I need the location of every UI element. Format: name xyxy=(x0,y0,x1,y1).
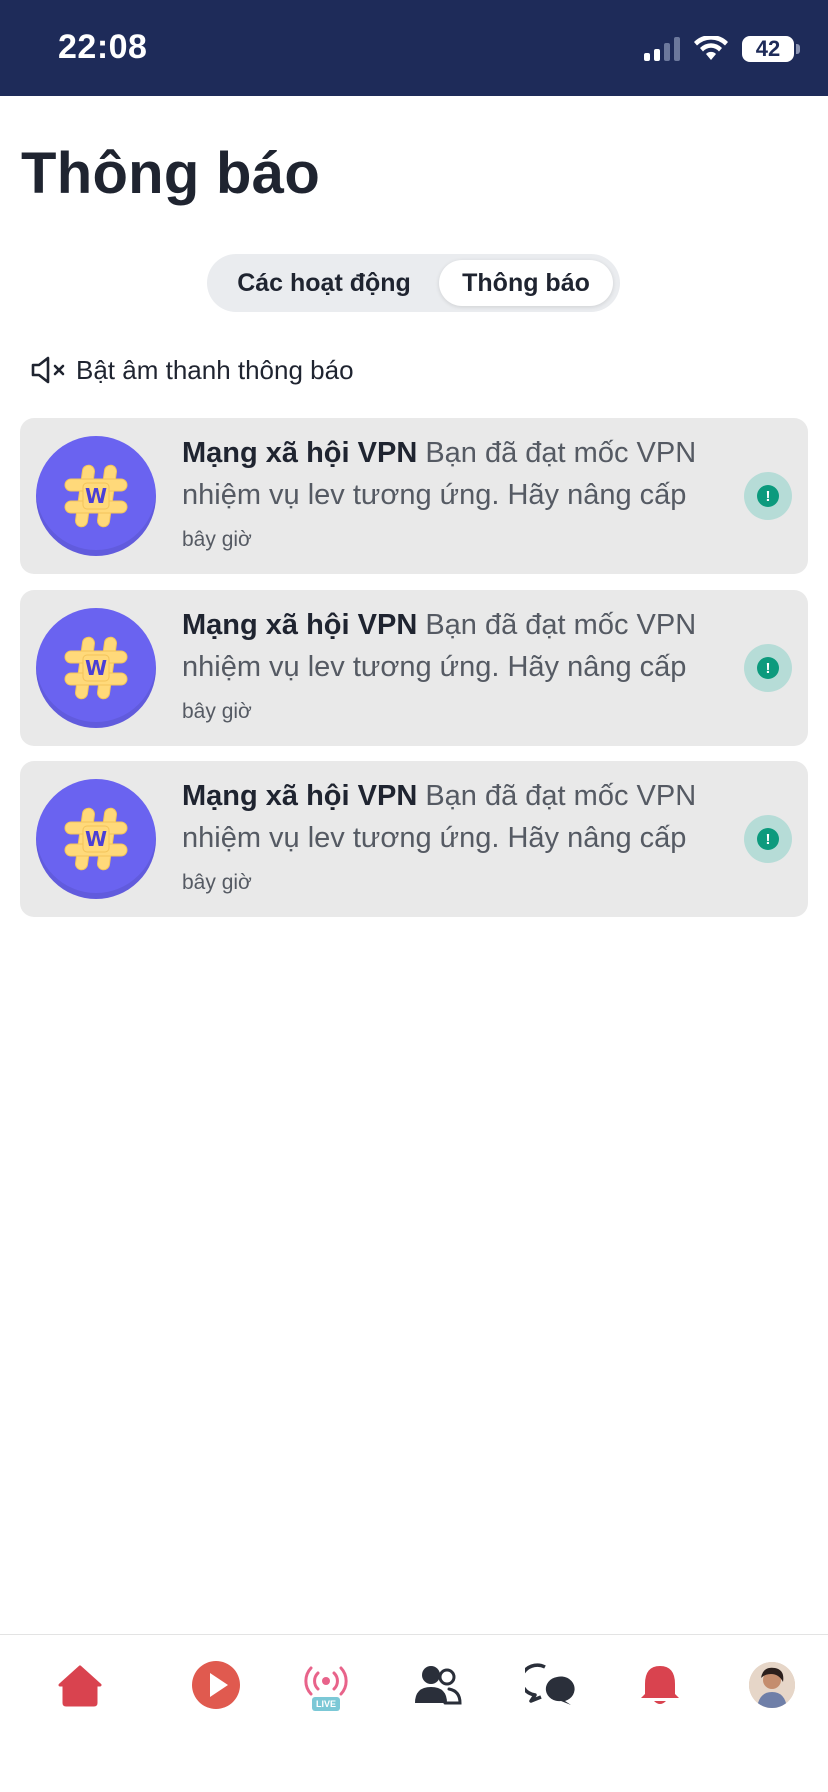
live-badge: LIVE xyxy=(312,1697,340,1711)
speaker-muted-icon xyxy=(31,356,65,384)
wifi-icon xyxy=(694,36,728,60)
battery-icon: 42 xyxy=(742,36,800,62)
alert-icon: ! xyxy=(744,472,792,520)
notification-text: Mạng xã hội VPN Bạn đã đạt mốc VPN nhiệm… xyxy=(182,604,722,688)
svg-text:W: W xyxy=(85,656,107,680)
notification-time: bây giờ xyxy=(182,528,252,551)
notification-card[interactable]: W Mạng xã hội VPN Bạn đã đạt mốc VPN nhi… xyxy=(20,590,808,746)
bell-icon[interactable] xyxy=(630,1655,690,1715)
profile-avatar[interactable] xyxy=(742,1655,802,1715)
notification-time: bây giờ xyxy=(182,700,252,723)
notification-text: Mạng xã hội VPN Bạn đã đạt mốc VPN nhiệm… xyxy=(182,432,722,516)
cellular-signal-icon xyxy=(644,37,680,61)
notification-tabs: Các hoạt động Thông báo xyxy=(207,254,620,312)
status-time: 22:08 xyxy=(58,28,148,66)
status-icons: 42 xyxy=(644,34,800,64)
svg-text:W: W xyxy=(85,484,107,508)
notification-card[interactable]: W Mạng xã hội VPN Bạn đã đạt mốc VPN nhi… xyxy=(20,761,808,917)
vpn-app-avatar: W xyxy=(36,608,156,728)
live-icon[interactable]: LIVE xyxy=(296,1655,356,1715)
notification-app-name: Mạng xã hội VPN xyxy=(182,780,418,812)
friends-icon[interactable] xyxy=(408,1655,468,1715)
play-icon[interactable] xyxy=(186,1655,246,1715)
notification-app-name: Mạng xã hội VPN xyxy=(182,437,418,469)
hashtag-w-icon: W xyxy=(64,807,128,871)
sound-toggle[interactable]: Bật âm thanh thông báo xyxy=(30,352,354,388)
tab-notifications[interactable]: Thông báo xyxy=(439,260,613,306)
notification-time: bây giờ xyxy=(182,871,252,894)
vpn-app-avatar: W xyxy=(36,779,156,899)
notification-card[interactable]: W Mạng xã hội VPN Bạn đã đạt mốc VPN nhi… xyxy=(20,418,808,574)
sound-toggle-label: Bật âm thanh thông báo xyxy=(76,354,354,385)
hashtag-w-icon: W xyxy=(64,636,128,700)
chat-icon[interactable] xyxy=(520,1655,580,1715)
notification-app-name: Mạng xã hội VPN xyxy=(182,609,418,641)
svg-text:W: W xyxy=(85,827,107,851)
notification-text: Mạng xã hội VPN Bạn đã đạt mốc VPN nhiệm… xyxy=(182,775,722,859)
hashtag-w-icon: W xyxy=(64,464,128,528)
alert-icon: ! xyxy=(744,815,792,863)
status-bar: 22:08 42 xyxy=(0,0,828,96)
battery-level: 42 xyxy=(755,36,781,61)
bottom-tab-bar: LIVE xyxy=(0,1634,828,1792)
profile-photo xyxy=(749,1662,795,1708)
page-title: Thông báo xyxy=(21,141,321,206)
tab-activities[interactable]: Các hoạt động xyxy=(215,260,433,306)
alert-icon: ! xyxy=(744,644,792,692)
home-icon[interactable] xyxy=(50,1655,110,1715)
vpn-app-avatar: W xyxy=(36,436,156,556)
